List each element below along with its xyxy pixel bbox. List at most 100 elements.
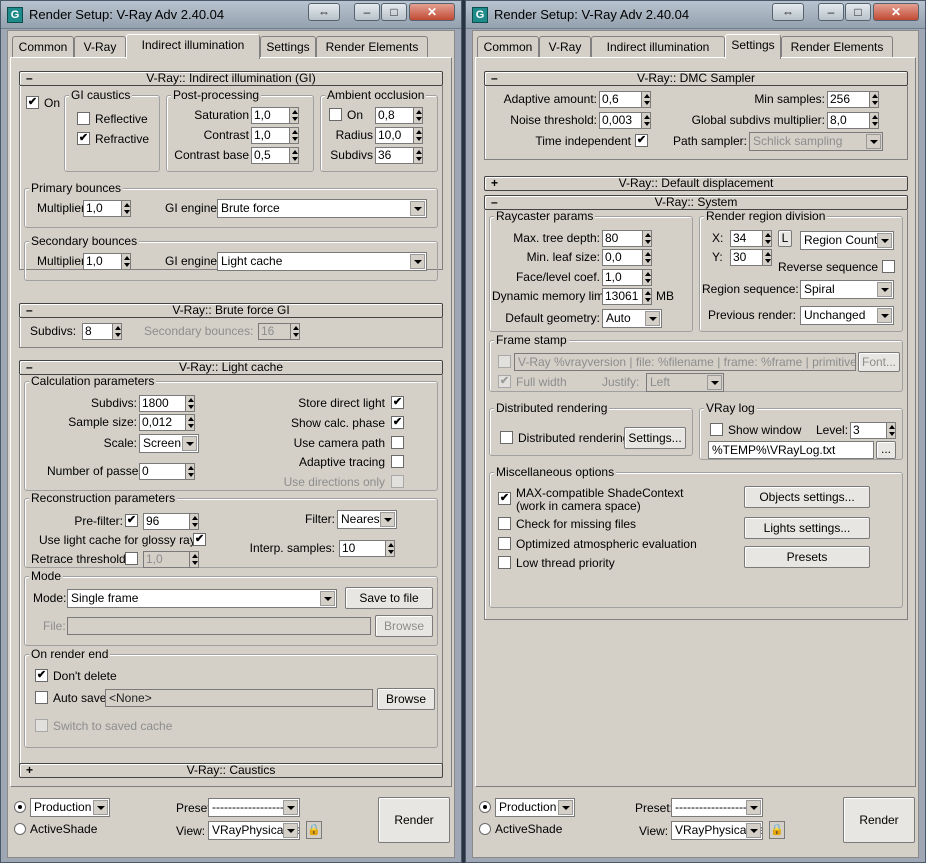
store-direct-checkbox[interactable]: ✔: [391, 396, 404, 409]
rollout-header-brute-force[interactable]: – V-Ray:: Brute force GI: [19, 303, 443, 318]
tab-render-elements[interactable]: Render Elements: [781, 36, 893, 58]
lock-icon[interactable]: 🔒: [306, 821, 322, 839]
font-button[interactable]: Font...: [858, 352, 900, 372]
spinner-arrows[interactable]: [869, 112, 879, 129]
minimize-button[interactable]: ‒: [818, 3, 844, 21]
spinner-arrows[interactable]: [413, 107, 423, 124]
ao-radius-spinner[interactable]: 10,0: [375, 127, 413, 144]
close-button[interactable]: ✕: [873, 3, 919, 21]
glossy-rays-checkbox[interactable]: ✔: [193, 533, 206, 546]
browse-button[interactable]: Browse: [375, 615, 433, 637]
low-thread-priority-checkbox[interactable]: [498, 556, 511, 569]
default-geometry-select[interactable]: Auto: [602, 309, 662, 328]
activeshade-radio[interactable]: [479, 823, 491, 835]
noise-threshold-spinner[interactable]: 0,003: [599, 112, 641, 129]
view-select[interactable]: VRayPhysicalCa: [671, 821, 763, 840]
scale-select[interactable]: Screen: [139, 434, 199, 453]
spinner-arrows[interactable]: [121, 200, 131, 217]
presets-button[interactable]: Presets: [744, 546, 870, 568]
region-count-select[interactable]: Region Count: [800, 231, 894, 250]
optimized-atmospherics-checkbox[interactable]: [498, 537, 511, 550]
sample-size-spinner[interactable]: 0,012: [139, 414, 185, 431]
time-independent-checkbox[interactable]: ✔: [635, 134, 648, 147]
show-calc-checkbox[interactable]: ✔: [391, 416, 404, 429]
objects-settings-button[interactable]: Objects settings...: [744, 486, 870, 508]
min-leaf-size-spinner[interactable]: 0,0: [602, 249, 642, 266]
mode-select[interactable]: Single frame: [67, 589, 337, 608]
spinner-arrows[interactable]: [185, 414, 195, 431]
render-button[interactable]: Render: [378, 797, 450, 843]
min-samples-spinner[interactable]: 256: [827, 91, 869, 108]
spinner-arrows[interactable]: [289, 127, 299, 144]
log-level-spinner[interactable]: 3: [850, 422, 886, 439]
maximize-button[interactable]: □: [845, 3, 871, 21]
show-window-checkbox[interactable]: [710, 423, 723, 436]
frame-stamp-checkbox[interactable]: [498, 355, 511, 368]
refractive-checkbox[interactable]: ✔: [77, 132, 90, 145]
missing-files-checkbox[interactable]: [498, 517, 511, 530]
production-radio[interactable]: [479, 801, 491, 813]
use-directions-checkbox[interactable]: [391, 475, 404, 488]
tab-render-elements[interactable]: Render Elements: [316, 36, 428, 58]
browse-button[interactable]: Browse: [377, 688, 435, 710]
production-radio[interactable]: [14, 801, 26, 813]
spinner-arrows[interactable]: [121, 253, 131, 270]
region-sequence-select[interactable]: Spiral: [800, 280, 894, 299]
ao-subdivs-spinner[interactable]: 36: [375, 147, 413, 164]
primary-multiplier-spinner[interactable]: 1,0: [83, 200, 121, 217]
bf-subdivs-spinner[interactable]: 8: [82, 323, 112, 340]
switch-cache-checkbox[interactable]: [35, 719, 48, 732]
activeshade-radio[interactable]: [14, 823, 26, 835]
spinner-arrows[interactable]: [642, 269, 652, 286]
global-subdivs-spinner[interactable]: 8,0: [827, 112, 869, 129]
distributed-rendering-checkbox[interactable]: [500, 431, 513, 444]
spinner-arrows[interactable]: [385, 540, 395, 557]
tab-common[interactable]: Common: [477, 36, 539, 58]
rollout-header-gi[interactable]: – V-Ray:: Indirect illumination (GI): [19, 71, 443, 86]
auto-save-field[interactable]: <None>: [105, 689, 373, 707]
spinner-arrows[interactable]: [641, 112, 651, 129]
path-sampler-select[interactable]: Schlick sampling: [749, 132, 883, 151]
tab-indirect-illumination[interactable]: Indirect illumination: [126, 34, 260, 59]
justify-select[interactable]: Left: [646, 373, 724, 392]
minimize-button[interactable]: ‒: [354, 3, 380, 21]
rollout-header-caustics[interactable]: + V-Ray:: Caustics: [19, 763, 443, 778]
spinner-arrows[interactable]: [189, 551, 199, 568]
tab-settings[interactable]: Settings: [725, 34, 781, 59]
restore-button[interactable]: ⇔: [772, 3, 804, 21]
spinner-arrows[interactable]: [185, 395, 195, 412]
previous-render-select[interactable]: Unchanged: [800, 306, 894, 325]
contrast-spinner[interactable]: 1,0: [251, 127, 289, 144]
distributed-settings-button[interactable]: Settings...: [624, 427, 686, 449]
pre-filter-spinner[interactable]: 96: [143, 513, 189, 530]
spinner-arrows[interactable]: [762, 230, 772, 247]
spinner-arrows[interactable]: [112, 323, 122, 340]
ao-on-checkbox[interactable]: [329, 108, 342, 121]
log-path-field[interactable]: %TEMP%\VRayLog.txt: [708, 441, 874, 459]
tab-vray[interactable]: V-Ray: [539, 36, 591, 58]
primary-gi-engine-select[interactable]: Brute force: [217, 199, 427, 218]
rollout-header-displacement[interactable]: + V-Ray:: Default displacement: [484, 176, 908, 191]
render-button[interactable]: Render: [843, 797, 915, 843]
lock-l-button[interactable]: L: [778, 230, 792, 247]
bf-secondary-spinner[interactable]: 16: [258, 323, 290, 340]
spinner-arrows[interactable]: [289, 107, 299, 124]
pre-filter-checkbox[interactable]: ✔: [125, 514, 138, 527]
file-field[interactable]: [67, 617, 371, 635]
face-level-coef-spinner[interactable]: 1,0: [602, 269, 642, 286]
spinner-arrows[interactable]: [413, 147, 423, 164]
spinner-arrows[interactable]: [289, 147, 299, 164]
tab-indirect-illumination[interactable]: Indirect illumination: [591, 36, 725, 58]
frame-stamp-field[interactable]: V-Ray %vrayversion | file: %filename | f…: [514, 353, 856, 371]
restore-button[interactable]: ⇔: [308, 3, 340, 21]
lights-settings-button[interactable]: Lights settings...: [744, 517, 870, 539]
full-width-checkbox[interactable]: ✔: [498, 375, 511, 388]
view-select[interactable]: VRayPhysicalCa: [208, 821, 300, 840]
ao-amount-spinner[interactable]: 0,8: [375, 107, 413, 124]
secondary-gi-engine-select[interactable]: Light cache: [217, 252, 427, 271]
dynamic-memory-spinner[interactable]: 13061: [602, 288, 642, 305]
contrast-base-spinner[interactable]: 0,5: [251, 147, 289, 164]
rollout-header-dmc[interactable]: – V-Ray:: DMC Sampler: [484, 71, 908, 86]
max-tree-depth-spinner[interactable]: 80: [602, 230, 642, 247]
tab-common[interactable]: Common: [12, 36, 74, 58]
